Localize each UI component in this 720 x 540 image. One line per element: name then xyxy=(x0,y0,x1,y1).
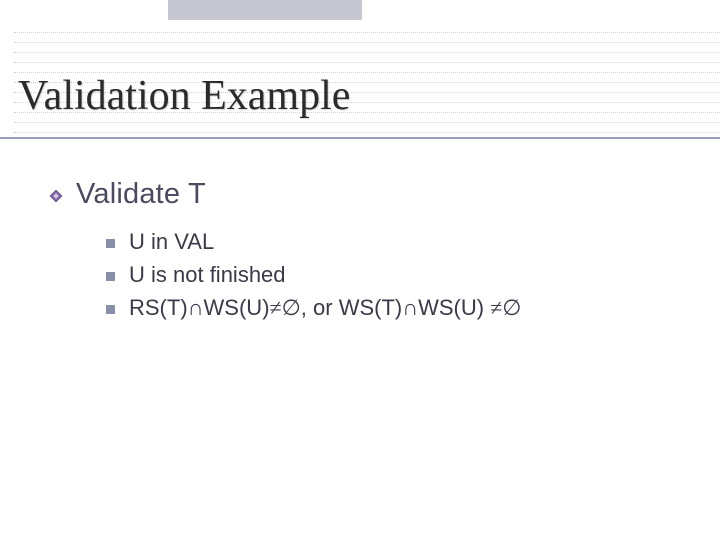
bullet-lvl1: Validate T xyxy=(48,178,690,211)
slide-title: Validation Example xyxy=(18,72,350,120)
content-area: Validate T U in VAL U is not finished RS… xyxy=(48,178,690,328)
sub-bullet-list: U in VAL U is not finished RS(T)∩WS(U)≠∅… xyxy=(106,229,690,321)
sub-bullet-text: RS(T)∩WS(U)≠∅, or WS(T)∩WS(U) ≠∅ xyxy=(129,295,521,321)
math-prefix: RS(T) xyxy=(129,295,188,320)
sep-text: , or xyxy=(301,295,339,320)
sub-bullet: RS(T)∩WS(U)≠∅, or WS(T)∩WS(U) ≠∅ xyxy=(106,295,690,321)
diamond-bullet-icon xyxy=(48,188,64,204)
intersect-symbol: ∩ xyxy=(188,295,204,320)
math-mid2: WS(U) xyxy=(418,295,490,320)
square-bullet-icon xyxy=(106,239,115,248)
sub-bullet: U is not finished xyxy=(106,262,690,288)
neq-empty-symbol: ≠∅ xyxy=(270,295,301,320)
top-accent-bar xyxy=(168,0,362,20)
sub-bullet-text: U is not finished xyxy=(129,262,286,288)
math-prefix2: WS(T) xyxy=(339,295,403,320)
neq-empty-symbol: ≠∅ xyxy=(490,295,521,320)
bullet-text: Validate T xyxy=(76,178,206,211)
sub-bullet: U in VAL xyxy=(106,229,690,255)
sub-bullet-text: U in VAL xyxy=(129,229,214,255)
square-bullet-icon xyxy=(106,305,115,314)
square-bullet-icon xyxy=(106,272,115,281)
slide: Validation Example Validate T U in VAL U… xyxy=(0,0,720,540)
intersect-symbol: ∩ xyxy=(402,295,418,320)
title-underline xyxy=(0,137,720,139)
math-mid: WS(U) xyxy=(204,295,270,320)
